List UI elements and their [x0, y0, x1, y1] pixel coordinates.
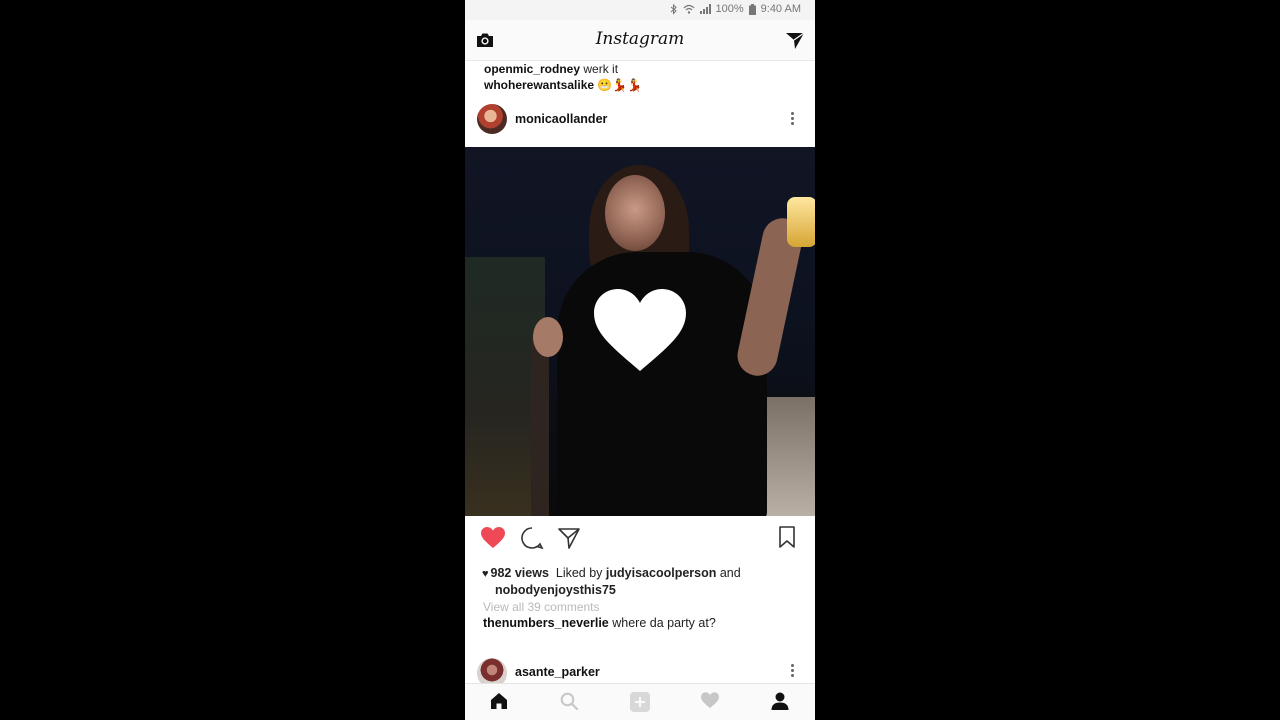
post-actions [465, 520, 815, 556]
app-header: Instagram [465, 20, 815, 61]
view-all-comments-link[interactable]: View all 39 comments [483, 600, 600, 614]
status-indicators: 100% 9:40 AM [670, 3, 801, 15]
post-comment: thenumbers_neverlie where da party at? [483, 616, 716, 630]
more-dot [790, 669, 794, 672]
post-media[interactable] [465, 147, 815, 516]
liked-by-user-2-wrap: nobodyenjoysthis75 [495, 583, 616, 597]
nav-home[interactable] [487, 691, 511, 715]
search-icon [560, 692, 579, 711]
battery-icon [748, 3, 756, 15]
prev-comment-1: openmic_rodney werk it [484, 62, 618, 76]
instagram-logo: Instagram [595, 29, 685, 49]
like-heart-overlay-icon [594, 289, 686, 371]
media-face [605, 175, 665, 251]
signal-icon [699, 4, 711, 14]
status-time: 9:40 AM [760, 3, 801, 15]
add-post-icon [630, 692, 650, 712]
liked-by-and: and [719, 566, 741, 580]
comment-username[interactable]: thenumbers_neverlie [483, 616, 609, 630]
nav-search[interactable] [557, 691, 581, 715]
media-post-pole [531, 337, 549, 516]
nav-add-post[interactable] [628, 691, 652, 715]
more-options-button[interactable] [787, 662, 797, 680]
status-bar: 100% 9:40 AM [465, 0, 815, 20]
liked-by-user[interactable]: nobodyenjoysthis75 [495, 583, 616, 597]
heart-filled-icon [481, 527, 505, 548]
comment-button[interactable] [519, 525, 545, 551]
activity-heart-icon [701, 692, 719, 708]
comment-username[interactable]: whoherewantsalike [484, 78, 594, 92]
like-button[interactable] [480, 525, 506, 551]
comment-icon [521, 527, 544, 550]
post-username[interactable]: monicaollander [515, 112, 607, 126]
more-options-button[interactable] [787, 110, 797, 128]
more-dot [790, 122, 794, 125]
nav-activity[interactable] [698, 691, 722, 715]
share-icon [558, 528, 580, 549]
profile-icon [771, 692, 789, 710]
media-cup [787, 197, 815, 247]
direct-message-icon [786, 32, 805, 49]
more-dot [790, 674, 794, 677]
post-stats: ♥ 982 views Liked by judyisacoolperson an… [482, 565, 802, 598]
prev-comment-2: whoherewantsalike 😬💃💃 [484, 78, 642, 92]
wifi-icon [683, 4, 694, 14]
save-button[interactable] [775, 525, 801, 551]
post-header: monicaollander [465, 100, 815, 146]
views-heart-icon: ♥ [482, 568, 489, 580]
home-icon [491, 693, 507, 709]
avatar[interactable] [477, 104, 507, 134]
bottom-navigation [465, 683, 815, 720]
comment-username[interactable]: openmic_rodney [484, 62, 580, 76]
liked-by-prefix: Liked by [555, 566, 603, 580]
bluetooth-icon [670, 3, 677, 15]
comment-text: 😬💃💃 [597, 78, 643, 92]
share-button[interactable] [556, 525, 582, 551]
bookmark-icon [779, 526, 795, 548]
next-post-header: asante_parker [465, 656, 815, 688]
post-username[interactable]: asante_parker [515, 665, 600, 679]
nav-profile[interactable] [768, 691, 792, 715]
more-dot [790, 112, 794, 115]
more-dot [790, 117, 794, 120]
more-dot [790, 664, 794, 667]
media-hand [533, 317, 563, 357]
battery-percent: 100% [715, 3, 744, 15]
comment-text: where da party at? [612, 616, 716, 630]
instagram-app: 100% 9:40 AM Instagram openmic_rodney we… [465, 0, 815, 720]
liked-by-user[interactable]: judyisacoolperson [606, 566, 716, 580]
comment-text: werk it [583, 62, 619, 76]
views-count[interactable]: 982 views [491, 566, 549, 580]
direct-message-button[interactable] [785, 30, 805, 50]
